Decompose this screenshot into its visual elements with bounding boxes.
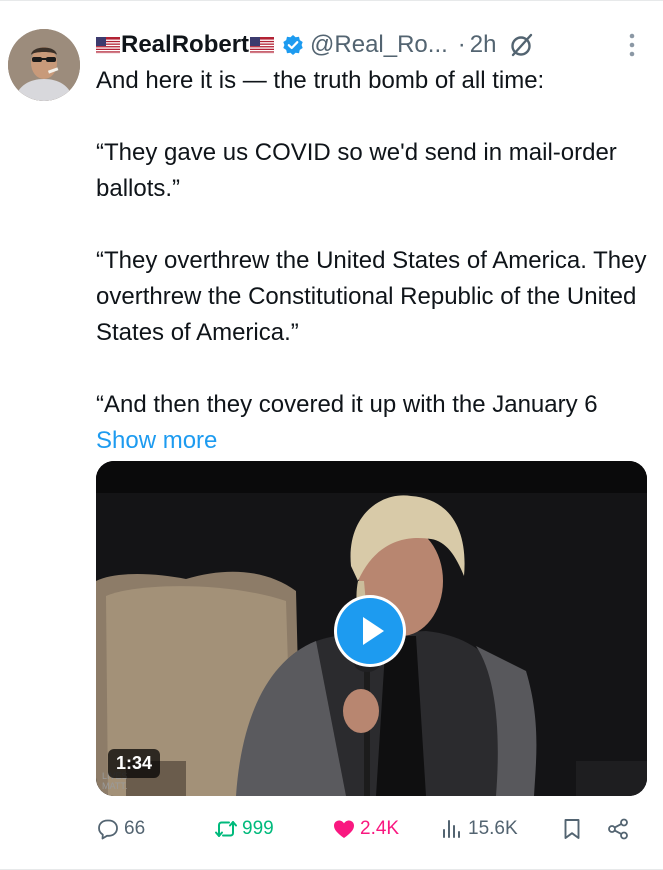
tweet-header: RealRobert @Real_Ro... · 2h	[96, 29, 535, 61]
play-button[interactable]	[334, 595, 406, 667]
svg-text:MATT.: MATT.	[102, 781, 127, 791]
show-more-link[interactable]: Show more	[96, 427, 217, 454]
tweet-text: And here it is — the truth bomb of all t…	[96, 63, 656, 459]
more-vertical-icon[interactable]	[627, 31, 637, 59]
share-icon	[608, 818, 628, 840]
views-button[interactable]: 15.6K	[440, 813, 518, 845]
avatar[interactable]	[8, 29, 80, 101]
reply-count: 66	[124, 818, 146, 839]
handle[interactable]: @Real_Ro...	[310, 31, 448, 59]
flag-icon	[96, 36, 120, 54]
bookmark-icon	[564, 819, 580, 839]
video-duration: 1:34	[108, 749, 161, 778]
views-icon	[443, 820, 460, 838]
timestamp[interactable]: 2h	[470, 31, 497, 59]
heart-icon	[334, 820, 354, 838]
tweet[interactable]: RealRobert @Real_Ro... · 2h And here it …	[0, 0, 663, 870]
repost-icon	[215, 821, 237, 837]
verified-badge-icon	[282, 34, 304, 56]
bookmark-button[interactable]	[560, 813, 588, 845]
repost-count: 999	[242, 818, 274, 839]
separator: ·	[457, 31, 466, 58]
display-name[interactable]: RealRobert	[121, 31, 249, 59]
repost-button[interactable]: 999	[214, 813, 274, 845]
action-bar: 66 999 2.4K 15.6K	[96, 813, 644, 845]
reply-icon	[98, 819, 118, 840]
like-count: 2.4K	[360, 818, 400, 839]
flag-icon	[250, 36, 275, 54]
reply-button[interactable]: 66	[96, 813, 145, 845]
tweet-text-intro: And here it is — the truth bomb of all t…	[96, 67, 545, 94]
share-button[interactable]	[606, 813, 634, 845]
video-player[interactable]: LIVES MATT. 1:34	[96, 461, 647, 796]
tweet-text-quote-3: “And then they covered it up with the Ja…	[96, 387, 656, 459]
tweet-text-quote-2: “They overthrew the United States of Ame…	[96, 247, 647, 346]
slashed-circle-icon[interactable]	[509, 32, 535, 58]
tweet-text-quote-3-text: “And then they covered it up with the Ja…	[96, 391, 598, 418]
views-count: 15.6K	[468, 818, 518, 839]
tweet-text-quote-1: “They gave us COVID so we'd send in mail…	[96, 139, 617, 202]
like-button[interactable]: 2.4K	[332, 813, 399, 845]
